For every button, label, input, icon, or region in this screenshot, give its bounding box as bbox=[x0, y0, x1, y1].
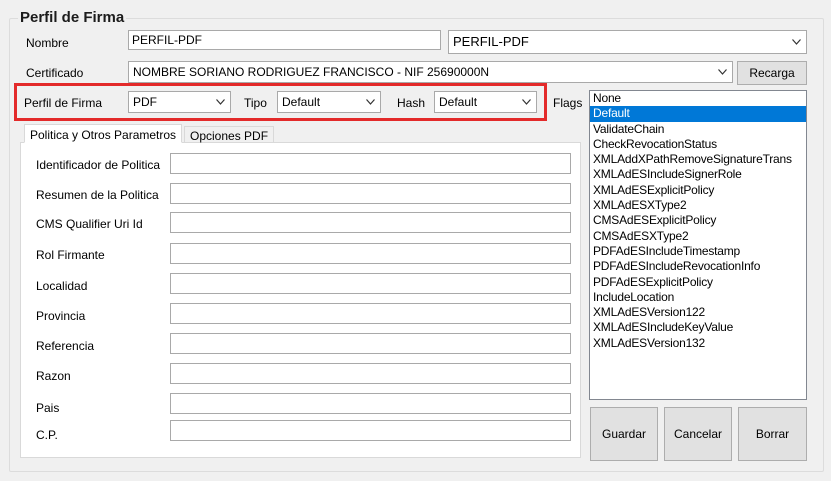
flags-list-item[interactable]: CMSAdESExplicitPolicy bbox=[590, 213, 806, 228]
nombre-combo[interactable]: PERFIL-PDF bbox=[448, 30, 807, 54]
recarga-button[interactable]: Recarga bbox=[737, 61, 807, 85]
flags-list-item[interactable]: IncludeLocation bbox=[590, 290, 806, 305]
chevron-down-icon bbox=[790, 31, 802, 53]
flags-list-item[interactable]: XMLAdESIncludeKeyValue bbox=[590, 320, 806, 335]
tab-politica[interactable]: Politica y Otros Parametros bbox=[24, 124, 183, 143]
tab-opciones-pdf[interactable]: Opciones PDF bbox=[184, 126, 275, 143]
field-cms-qualifier-input[interactable] bbox=[170, 212, 571, 233]
field-label: Provincia bbox=[36, 309, 86, 323]
nombre-input[interactable]: PERFIL-PDF bbox=[128, 30, 441, 50]
flags-list-item[interactable]: PDFAdESIncludeRevocationInfo bbox=[590, 259, 806, 274]
certificado-label: Certificado bbox=[26, 66, 84, 80]
field-label: Rol Firmante bbox=[36, 248, 105, 262]
field-cp-input[interactable] bbox=[170, 420, 571, 441]
cancelar-button[interactable]: Cancelar bbox=[664, 407, 732, 461]
flags-list-item[interactable]: CMSAdESXType2 bbox=[590, 229, 806, 244]
chevron-down-icon bbox=[716, 62, 728, 82]
field-label: Pais bbox=[36, 401, 60, 415]
certificado-combo[interactable]: NOMBRE SORIANO RODRIGUEZ FRANCISCO - NIF… bbox=[128, 61, 733, 83]
flags-list-item[interactable]: XMLAdESExplicitPolicy bbox=[590, 183, 806, 198]
field-razon-input[interactable] bbox=[170, 363, 571, 384]
field-resumen-input[interactable] bbox=[170, 183, 571, 204]
nombre-label: Nombre bbox=[26, 36, 69, 50]
flags-list-item[interactable]: XMLAddXPathRemoveSignatureTrans bbox=[590, 152, 806, 167]
highlight-box bbox=[14, 83, 547, 121]
guardar-button[interactable]: Guardar bbox=[590, 407, 658, 461]
field-provincia-input[interactable] bbox=[170, 303, 571, 324]
field-referencia-input[interactable] bbox=[170, 333, 571, 354]
flags-list-item[interactable]: PDFAdESIncludeTimestamp bbox=[590, 244, 806, 259]
field-identificador-input[interactable] bbox=[170, 153, 571, 174]
flags-list-item[interactable]: ValidateChain bbox=[590, 122, 806, 137]
flags-list-item[interactable]: PDFAdESExplicitPolicy bbox=[590, 275, 806, 290]
borrar-button[interactable]: Borrar bbox=[738, 407, 807, 461]
flags-list-item[interactable]: Default bbox=[590, 106, 806, 122]
field-label: Localidad bbox=[36, 279, 88, 293]
field-label: C.P. bbox=[36, 428, 58, 442]
nombre-combo-value: PERFIL-PDF bbox=[453, 34, 529, 49]
field-label: Identificador de Politica bbox=[36, 158, 161, 172]
field-pais-input[interactable] bbox=[170, 393, 571, 414]
flags-list-item[interactable]: None bbox=[590, 91, 806, 106]
field-label: CMS Qualifier Uri Id bbox=[36, 217, 143, 231]
field-label: Razon bbox=[36, 369, 71, 383]
flags-list-item[interactable]: XMLAdESVersion132 bbox=[590, 336, 806, 351]
group-title: Perfil de Firma bbox=[18, 9, 127, 27]
field-rol-firmante-input[interactable] bbox=[170, 243, 571, 264]
field-label: Resumen de la Politica bbox=[36, 188, 159, 202]
flags-list-item[interactable]: XMLAdESVersion122 bbox=[590, 305, 806, 320]
field-localidad-input[interactable] bbox=[170, 273, 571, 294]
flags-label: Flags bbox=[553, 96, 583, 110]
field-label: Referencia bbox=[36, 339, 95, 353]
flags-list-item[interactable]: CheckRevocationStatus bbox=[590, 137, 806, 152]
flags-list-item[interactable]: XMLAdESXType2 bbox=[590, 198, 806, 213]
certificado-value: NOMBRE SORIANO RODRIGUEZ FRANCISCO - NIF… bbox=[133, 65, 490, 79]
flags-listbox[interactable]: None Default ValidateChain CheckRevocationS… bbox=[589, 90, 807, 400]
flags-list-item[interactable]: XMLAdESIncludeSignerRole bbox=[590, 167, 806, 182]
